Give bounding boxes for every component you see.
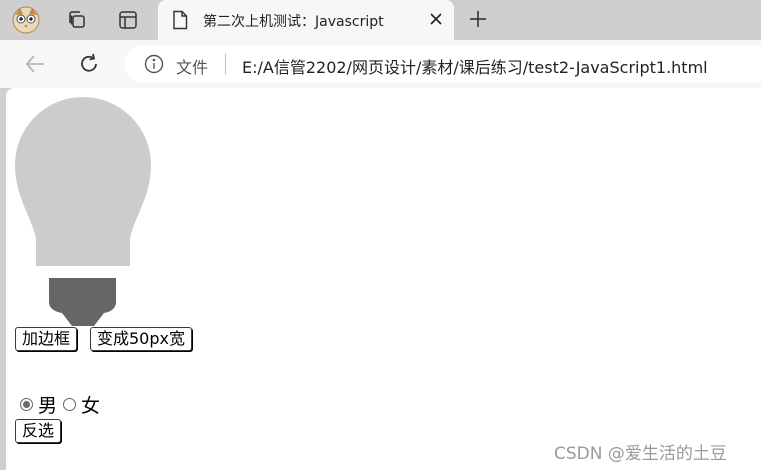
radio-female[interactable]	[63, 397, 77, 411]
profile-avatar-icon[interactable]	[10, 4, 42, 36]
bulb-glass	[15, 97, 151, 266]
address-bar[interactable]: 文件 E:/A信管2202/网页设计/素材/课后练习/test2-JavaScr…	[124, 45, 761, 83]
info-icon[interactable]	[144, 54, 164, 74]
reload-icon[interactable]	[72, 48, 106, 80]
invert-selection-button[interactable]: 反选	[15, 419, 62, 443]
active-tab[interactable]: 第二次上机测试：Javascript	[158, 0, 454, 41]
back-icon[interactable]	[18, 48, 52, 80]
vertical-tabs-icon[interactable]	[112, 4, 144, 36]
address-separator	[225, 54, 226, 74]
gender-radio-group: 男 女	[20, 392, 106, 417]
tab-strip: 第二次上机测试：Javascript	[0, 0, 761, 41]
lightbulb-image	[15, 97, 151, 326]
page-content: 加边框 变成50px宽 男 女 反选 CSDN @爱生活的土豆	[6, 88, 761, 470]
radio-male[interactable]	[20, 397, 33, 411]
add-border-button[interactable]: 加边框	[15, 327, 78, 351]
workspaces-icon[interactable]	[61, 4, 93, 36]
browser-toolbar: 文件 E:/A信管2202/网页设计/素材/课后练习/test2-JavaScr…	[0, 40, 761, 88]
radio-selected-dot	[23, 400, 30, 408]
site-info-label[interactable]: 文件	[176, 54, 208, 78]
page-icon	[173, 10, 188, 30]
radio-female-label: 女	[81, 394, 101, 417]
new-tab-icon[interactable]	[463, 4, 493, 34]
close-tab-icon[interactable]	[426, 7, 446, 31]
width-50px-button[interactable]: 变成50px宽	[90, 327, 192, 351]
radio-male-label: 男	[38, 394, 58, 417]
csdn-watermark: CSDN @爱生活的土豆	[554, 444, 727, 464]
tab-title: 第二次上机测试：Javascript	[203, 14, 384, 30]
url-text[interactable]: E:/A信管2202/网页设计/素材/课后练习/test2-JavaScript…	[242, 54, 708, 78]
bulb-base	[49, 278, 116, 326]
